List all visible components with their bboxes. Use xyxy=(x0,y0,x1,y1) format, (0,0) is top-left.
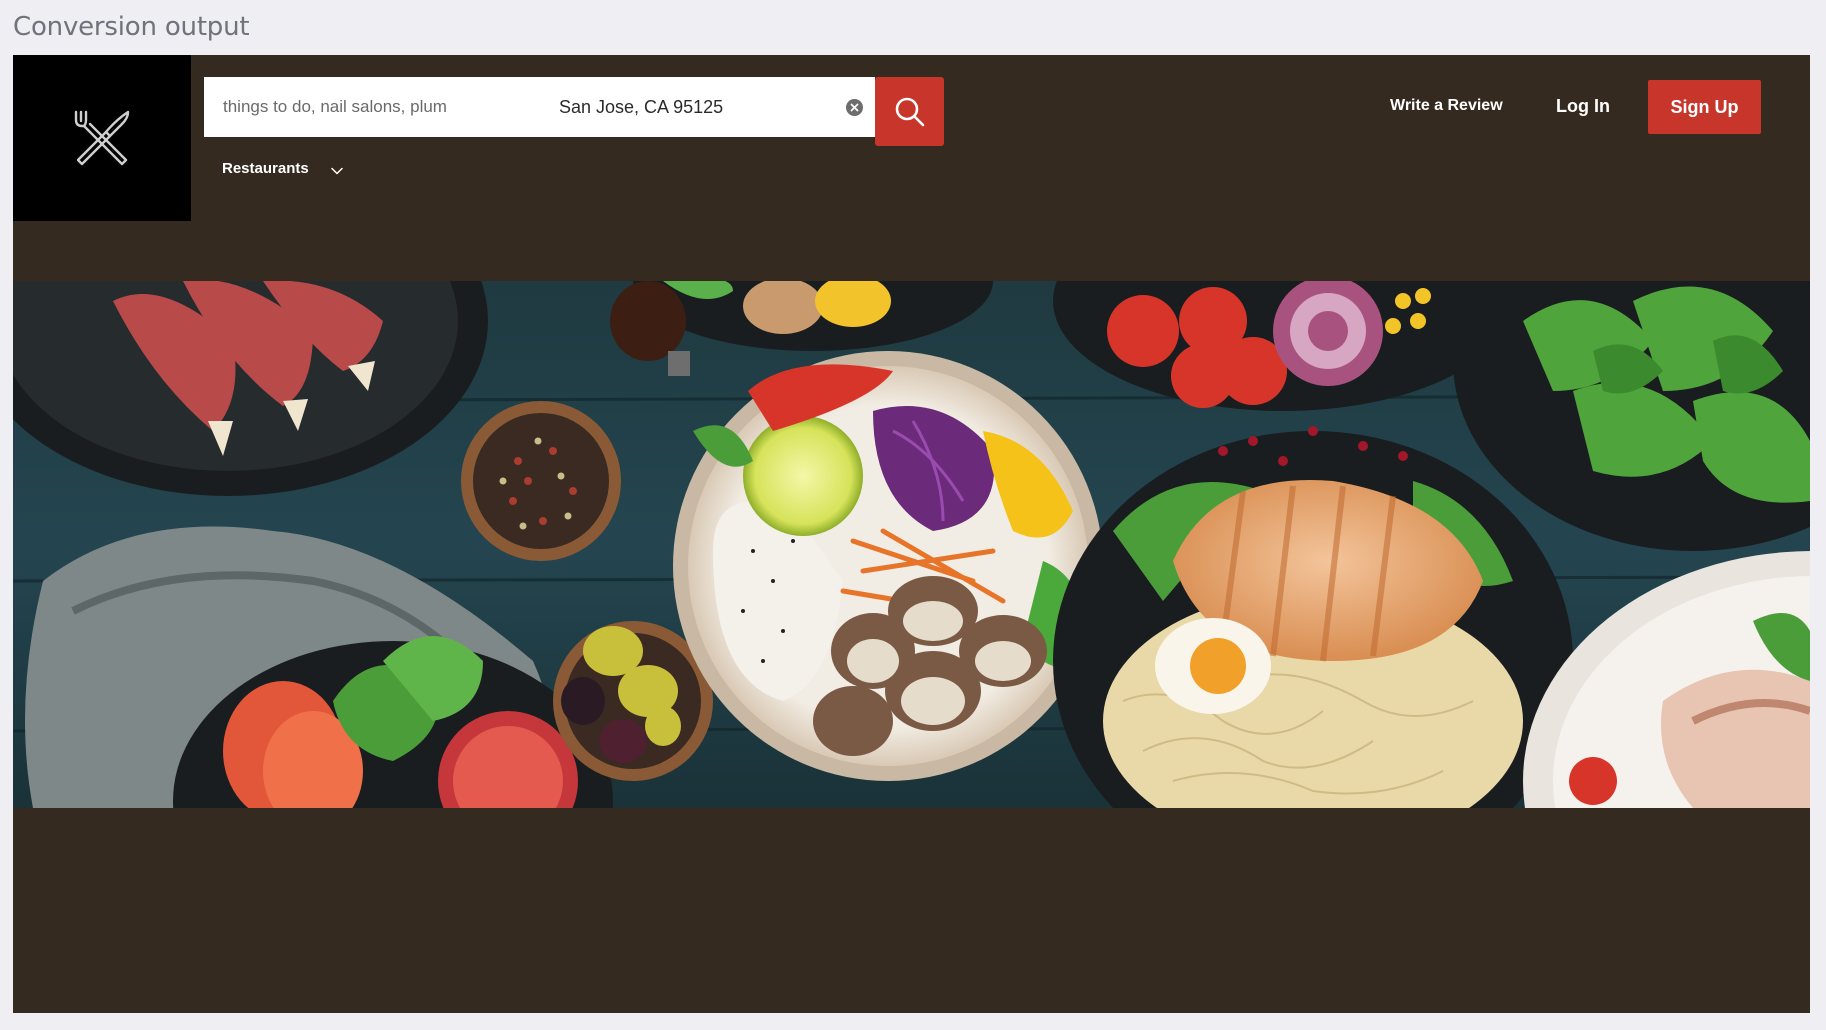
page-heading: Conversion output xyxy=(13,12,250,42)
find-input[interactable] xyxy=(204,77,544,137)
search-button[interactable] xyxy=(875,77,944,146)
category-label: Restaurants xyxy=(222,160,309,177)
crossed-fork-knife-icon xyxy=(74,110,130,166)
search-icon xyxy=(895,97,924,126)
category-dropdown[interactable]: Restaurants xyxy=(222,160,343,177)
site-logo[interactable] xyxy=(13,55,191,221)
search-bar xyxy=(204,77,875,137)
write-review-link[interactable]: Write a Review xyxy=(1390,97,1503,115)
location-input[interactable] xyxy=(559,77,829,137)
sign-up-button[interactable]: Sign Up xyxy=(1648,80,1761,134)
close-icon xyxy=(850,103,859,112)
hero-food-image xyxy=(13,281,1810,808)
chevron-down-icon xyxy=(330,167,343,174)
app-frame: Restaurants Write a Review Log In Sign U… xyxy=(13,55,1810,1013)
clear-location-button[interactable] xyxy=(846,99,863,116)
log-in-link[interactable]: Log In xyxy=(1556,96,1610,117)
